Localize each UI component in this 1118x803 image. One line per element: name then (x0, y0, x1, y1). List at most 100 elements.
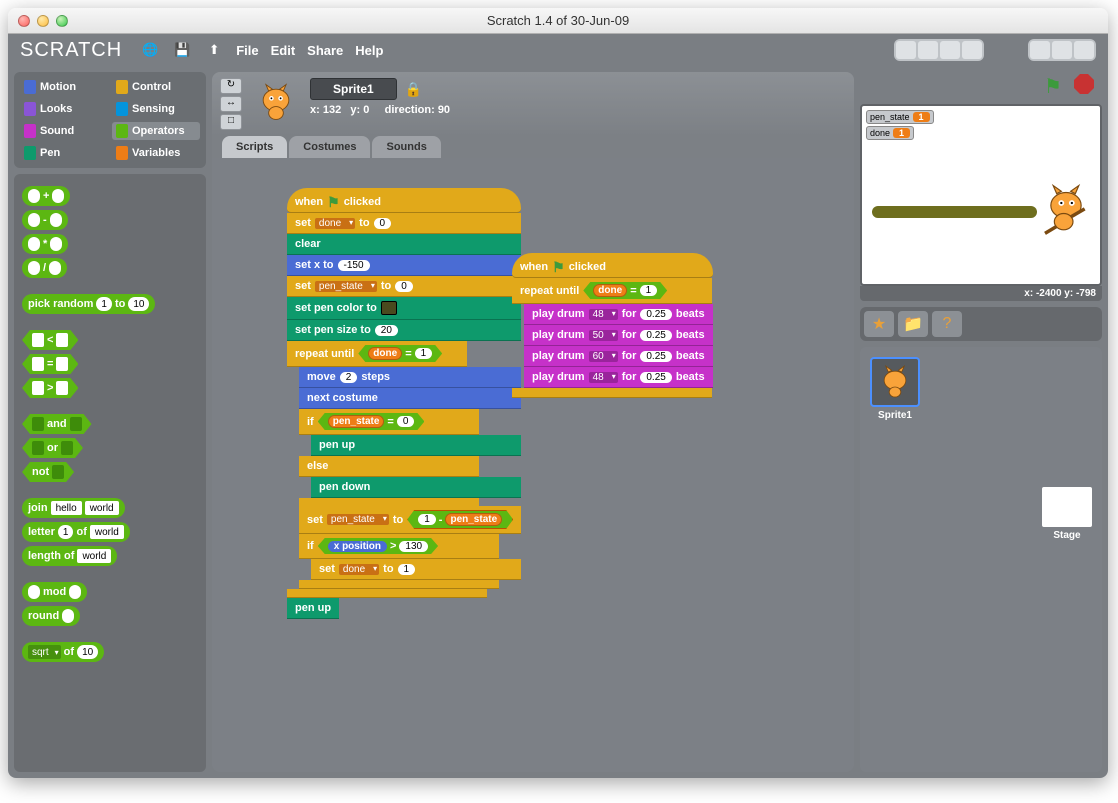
scripts-canvas[interactable]: when⚑clicked setdoneto0 clear set x to-1… (212, 158, 854, 772)
shrink-tool[interactable] (962, 41, 982, 59)
op-not[interactable]: not (22, 462, 74, 482)
block-repeat-until[interactable]: repeat untildone=1 (287, 341, 467, 367)
lock-icon[interactable]: 🔒 (405, 81, 422, 98)
toolbar-presentation (1028, 39, 1096, 61)
c-end (299, 498, 479, 506)
sprite-label: Sprite1 (878, 410, 912, 421)
op-lt[interactable]: < (22, 330, 78, 350)
script-stack-2[interactable]: when⚑clicked repeat untildone=1 play dru… (512, 253, 713, 398)
sprite-name-input[interactable]: Sprite1 (310, 78, 397, 100)
cat-operators[interactable]: Operators (112, 122, 200, 140)
color-swatch[interactable] (381, 301, 397, 315)
stage-controls: ⚑ (860, 72, 1102, 98)
cat-variables[interactable]: Variables (112, 144, 200, 162)
cat-looks[interactable]: Looks (20, 100, 108, 118)
block-drum-4[interactable]: play drum48for0.25beats (524, 367, 713, 388)
menu-help[interactable]: Help (355, 43, 383, 58)
cat-sensing[interactable]: Sensing (112, 100, 200, 118)
op-letter[interactable]: letter1ofworld (22, 522, 130, 542)
flag-icon: ⚑ (552, 262, 565, 272)
stage-view[interactable]: pen_state1 done1 (860, 104, 1102, 286)
monitor-pen-state[interactable]: pen_state1 (866, 110, 934, 124)
save-icon[interactable]: 💾 (172, 41, 192, 59)
op-gt[interactable]: > (22, 378, 78, 398)
block-next-costume[interactable]: next costume (299, 388, 521, 409)
pen-trail (872, 206, 1037, 218)
menu-edit[interactable]: Edit (271, 43, 296, 58)
op-join[interactable]: joinhelloworld (22, 498, 125, 518)
block-pen-color[interactable]: set pen color to (287, 297, 521, 320)
block-move[interactable]: move2steps (299, 367, 521, 388)
tab-row: Scripts Costumes Sounds (212, 136, 854, 158)
flip-button[interactable]: ↔ (220, 96, 242, 112)
block-drum-2[interactable]: play drum50for0.25beats (524, 325, 713, 346)
scratch-logo: SCRATCH (20, 39, 122, 62)
op-mul[interactable]: * (22, 234, 68, 254)
cat-pen[interactable]: Pen (20, 144, 108, 162)
op-and[interactable]: and (22, 414, 92, 434)
block-if[interactable]: ifpen_state=0 (299, 409, 479, 435)
block-set-done-0[interactable]: setdoneto0 (287, 213, 521, 234)
op-sqrt[interactable]: sqrtof10 (22, 642, 104, 662)
block-set-penstate-toggle[interactable]: setpen_stateto1-pen_state (299, 506, 521, 534)
block-pen-up[interactable]: pen up (311, 435, 521, 456)
cat-control[interactable]: Control (112, 78, 200, 96)
block-repeat-until-2[interactable]: repeat untildone=1 (512, 278, 712, 304)
op-mod[interactable]: mod (22, 582, 87, 602)
cat-sound[interactable]: Sound (20, 122, 108, 140)
tab-sounds[interactable]: Sounds (372, 136, 440, 158)
duplicate-tool[interactable] (896, 41, 916, 59)
surprise-sprite-button[interactable]: ? (932, 311, 962, 337)
hat-when-flag-clicked-2[interactable]: when⚑clicked (512, 253, 713, 278)
monitor-done[interactable]: done1 (866, 126, 914, 140)
stage-mouse-coords: x: -2400 y: -798 (860, 286, 1102, 301)
tab-costumes[interactable]: Costumes (289, 136, 370, 158)
stage-label: Stage (1053, 530, 1080, 541)
small-stage-button[interactable] (1030, 41, 1050, 59)
op-div[interactable]: / (22, 258, 67, 278)
block-drum-3[interactable]: play drum60for0.25beats (524, 346, 713, 367)
choose-sprite-button[interactable]: 📁 (898, 311, 928, 337)
presentation-button[interactable] (1074, 41, 1094, 59)
cat-motion[interactable]: Motion (20, 78, 108, 96)
normal-stage-button[interactable] (1052, 41, 1072, 59)
sprite-position: x: 132 y: 0 direction: 90 (310, 104, 450, 116)
block-set-done-1[interactable]: setdoneto1 (311, 559, 521, 580)
stop-button[interactable] (1074, 74, 1094, 94)
op-eq[interactable]: = (22, 354, 78, 374)
block-pen-size[interactable]: set pen size to20 (287, 320, 521, 341)
globe-icon[interactable]: 🌐 (140, 41, 160, 59)
block-if-xpos[interactable]: ifx position>130 (299, 534, 499, 559)
op-random[interactable]: pick random1to10 (22, 294, 155, 314)
paint-sprite-button[interactable]: ★ (864, 311, 894, 337)
op-sub[interactable]: - (22, 210, 68, 230)
block-pen-up-end[interactable]: pen up (287, 598, 339, 619)
op-round[interactable]: round (22, 606, 80, 626)
green-flag-button[interactable]: ⚑ (1044, 74, 1066, 96)
block-else[interactable]: else (299, 456, 479, 477)
menu-file[interactable]: File (236, 43, 258, 58)
c-end3 (287, 589, 487, 598)
block-set-penstate-0[interactable]: setpen_stateto0 (287, 276, 521, 297)
op-length[interactable]: length ofworld (22, 546, 117, 566)
cut-tool[interactable] (918, 41, 938, 59)
tab-scripts[interactable]: Scripts (222, 136, 287, 158)
block-clear[interactable]: clear (287, 234, 521, 255)
hat-when-flag-clicked[interactable]: when⚑clicked (287, 188, 521, 213)
sprite-list: Sprite1 Stage (860, 347, 1102, 772)
share-upload-icon[interactable]: ⬆ (204, 41, 224, 59)
stage-item[interactable]: Stage (1042, 487, 1092, 541)
menu-share[interactable]: Share (307, 43, 343, 58)
block-drum-1[interactable]: play drum48for0.25beats (524, 304, 713, 325)
grow-tool[interactable] (940, 41, 960, 59)
op-add[interactable]: + (22, 186, 70, 206)
no-rotate-button[interactable]: □ (220, 114, 242, 130)
rotate-360-button[interactable]: ↻ (220, 78, 242, 94)
block-pen-down[interactable]: pen down (311, 477, 521, 498)
script-stack-1[interactable]: when⚑clicked setdoneto0 clear set x to-1… (287, 188, 521, 619)
window-title: Scratch 1.4 of 30-Jun-09 (8, 13, 1108, 28)
sprite-item-sprite1[interactable]: Sprite1 (870, 357, 920, 421)
scratch-cat-sprite[interactable] (1038, 182, 1094, 238)
block-set-x[interactable]: set x to-150 (287, 255, 521, 276)
op-or[interactable]: or (22, 438, 83, 458)
